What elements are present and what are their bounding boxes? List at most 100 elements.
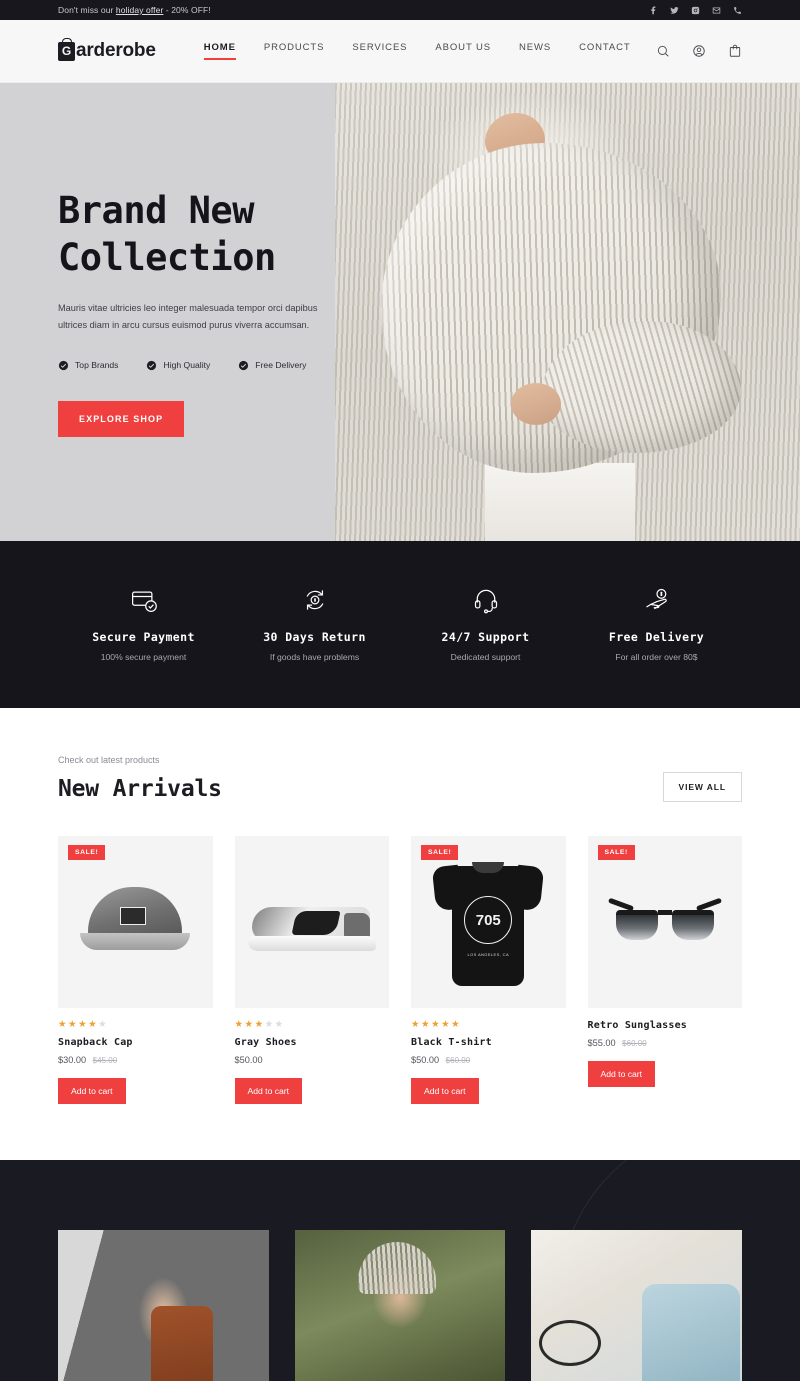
main-navigation: HOME PRODUCTS SERVICES ABOUT US NEWS CON…	[203, 42, 631, 60]
star-filled: ★	[451, 1019, 460, 1030]
product-name: Snapback Cap	[58, 1036, 133, 1048]
hero-feature-label: Top Brands	[75, 360, 119, 371]
star-filled: ★	[58, 1019, 67, 1030]
product-price: $55.00	[587, 1038, 616, 1048]
product-card-retro-sunglasses[interactable]: SALE! Retro Sunglasses $55.00 $60.00 Add…	[587, 836, 743, 1104]
star-filled: ★	[234, 1019, 244, 1030]
product-price-row: $50.00	[235, 1055, 390, 1065]
holiday-offer-link[interactable]: holiday offer	[116, 5, 163, 15]
lookbook-image-woman-beanie[interactable]	[294, 1229, 506, 1381]
product-image-black-t-shirt[interactable]: 705 LOS ANGELES, CA	[411, 836, 566, 1008]
product-card-black-t-shirt[interactable]: SALE! 705 LOS ANGELES, CA ★ ★ ★ ★ ★ Blac…	[411, 836, 566, 1104]
social-links	[649, 6, 742, 15]
header-actions	[656, 44, 742, 58]
product-name: Gray Shoes	[234, 1036, 297, 1048]
star-filled: ★	[411, 1019, 420, 1030]
rating-stars: ★ ★ ★ ★ ★	[58, 1020, 213, 1030]
account-icon[interactable]	[692, 44, 706, 58]
tshirt-graphic-caption: LOS ANGELES, CA	[467, 952, 510, 957]
product-name: Black T-shirt	[411, 1036, 492, 1048]
check-circle-icon	[147, 360, 157, 370]
rating-stars: ★ ★ ★ ★ ★	[411, 1020, 566, 1030]
headset-icon	[400, 581, 571, 619]
email-icon[interactable]	[712, 6, 721, 15]
shoe-sole	[247, 936, 376, 951]
tshirt-graphic-number: 705	[464, 896, 513, 944]
star-filled: ★	[421, 1019, 430, 1030]
product-old-price: $60.00	[445, 1055, 471, 1065]
twitter-icon[interactable]	[670, 6, 679, 15]
instagram-icon[interactable]	[691, 6, 700, 15]
product-name: Retro Sunglasses	[587, 1020, 688, 1031]
star-empty: ★	[264, 1019, 274, 1030]
hero-feature-high-quality: High Quality	[146, 360, 210, 371]
hero-title-line-2: Collection	[58, 236, 276, 280]
lookbook-image-accessories[interactable]	[531, 1229, 742, 1381]
new-arrivals-section: Check out latest products New Arrivals V…	[0, 708, 800, 1160]
announcement-bar: Don't miss our holiday offer - 20% OFF!	[0, 0, 800, 20]
site-header: G arderobe HOME PRODUCTS SERVICES ABOUT …	[0, 20, 800, 83]
check-circle-icon	[58, 360, 69, 370]
nav-item-about-us[interactable]: ABOUT US	[435, 42, 491, 60]
lookbook-image-man-jacket[interactable]	[58, 1229, 269, 1381]
product-price: $30.00	[58, 1054, 87, 1065]
refund-cycle-icon	[229, 581, 400, 619]
product-card-snapback-cap[interactable]: SALE! ★ ★ ★ ★ ★ Snapback Cap $30.00 $45.…	[58, 836, 213, 1104]
view-all-button[interactable]: VIEW ALL	[662, 772, 742, 802]
hero-photo-pants	[485, 463, 635, 541]
product-old-price: $45.00	[92, 1055, 118, 1065]
hero-photo-hand-bottom	[511, 383, 561, 425]
service-30-days-return: 30 Days Return If goods have problems	[229, 581, 400, 662]
service-free-delivery: Free Delivery For all order over 80$	[571, 581, 742, 662]
nav-item-news[interactable]: NEWS	[519, 42, 551, 60]
announcement-suffix: - 20% OFF!	[163, 5, 211, 15]
facebook-icon[interactable]	[649, 6, 658, 15]
sale-badge: SALE!	[421, 845, 459, 860]
cart-icon[interactable]	[728, 44, 742, 58]
hero-title: Brand New Collection	[58, 187, 360, 282]
nav-item-services[interactable]: SERVICES	[352, 42, 407, 60]
service-desc: For all order over 80$	[615, 652, 698, 662]
product-old-price: $60.00	[622, 1039, 647, 1048]
star-filled: ★	[88, 1019, 97, 1030]
star-filled: ★	[78, 1019, 87, 1030]
tshirt-illustration: 705 LOS ANGELES, CA	[432, 858, 545, 986]
hero-photo-sweater	[335, 83, 800, 541]
shopping-bag-icon: G	[58, 41, 75, 61]
nav-item-products[interactable]: PRODUCTS	[264, 42, 325, 60]
product-image-snapback-cap[interactable]	[58, 836, 213, 1008]
service-secure-payment: Secure Payment 100% secure payment	[58, 581, 229, 662]
announcement-prefix: Don't miss our	[58, 5, 116, 15]
phone-icon[interactable]	[733, 6, 742, 15]
section-title: New Arrivals	[58, 776, 222, 802]
add-to-cart-button[interactable]: Add to cart	[234, 1077, 303, 1104]
rating-stars: ★ ★ ★ ★ ★	[235, 1020, 390, 1030]
star-filled: ★	[68, 1019, 77, 1030]
product-image-retro-sunglasses[interactable]	[587, 836, 742, 1008]
add-to-cart-button[interactable]: Add to cart	[58, 1077, 126, 1104]
explore-shop-button[interactable]: EXPLORE SHOP	[58, 400, 185, 437]
hero-title-line-1: Brand New	[58, 189, 254, 233]
services-strip: Secure Payment 100% secure payment 30 Da…	[0, 541, 800, 708]
service-title: 24/7 Support	[441, 630, 530, 644]
service-desc: If goods have problems	[269, 652, 360, 662]
product-card-gray-shoes[interactable]: ★ ★ ★ ★ ★ Gray Shoes $50.00 Add to cart	[234, 836, 390, 1104]
product-price-row: $55.00 $60.00	[588, 1038, 743, 1048]
cap-illustration	[80, 887, 191, 957]
check-circle-icon	[239, 360, 249, 370]
add-to-cart-button[interactable]: Add to cart	[411, 1077, 479, 1104]
search-icon[interactable]	[656, 44, 670, 58]
cap-brim	[80, 933, 191, 950]
star-filled: ★	[254, 1019, 264, 1030]
product-price-row: $50.00 $60.00	[411, 1055, 566, 1065]
logo-letter: G	[61, 44, 72, 58]
hero-feature-free-delivery: Free Delivery	[238, 360, 306, 371]
sale-badge: SALE!	[597, 845, 635, 860]
add-to-cart-button[interactable]: Add to cart	[587, 1061, 656, 1087]
product-image-gray-shoes[interactable]	[234, 836, 389, 1008]
nav-item-contact[interactable]: CONTACT	[579, 42, 631, 60]
service-title: Free Delivery	[608, 630, 705, 644]
logo[interactable]: G arderobe	[58, 40, 156, 62]
nav-item-home[interactable]: HOME	[203, 42, 236, 60]
product-grid: SALE! ★ ★ ★ ★ ★ Snapback Cap $30.00 $45.…	[58, 836, 742, 1104]
